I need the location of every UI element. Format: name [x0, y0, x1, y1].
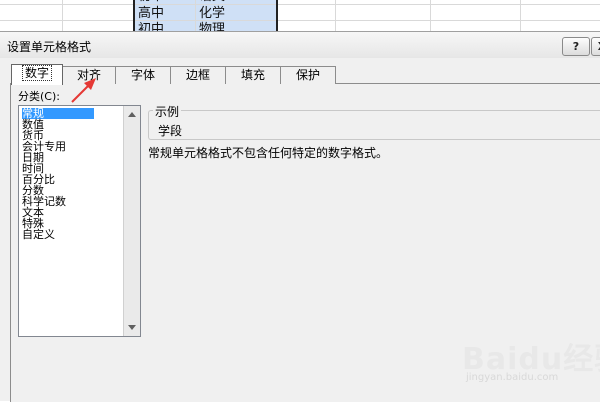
- tab-border[interactable]: 边框: [170, 66, 226, 84]
- selection-border: [133, 0, 135, 32]
- sample-group: [148, 110, 600, 140]
- tab-font[interactable]: 字体: [115, 66, 171, 84]
- close-button[interactable]: X: [591, 37, 600, 56]
- cell-b2[interactable]: 高中: [138, 6, 164, 22]
- cell-b1[interactable]: 初中: [138, 0, 164, 5]
- scroll-up-icon[interactable]: [128, 112, 136, 117]
- dialog-title: 设置单元格格式: [7, 40, 92, 54]
- sample-value: 学段: [158, 124, 183, 138]
- watermark-url: jingyan.baidu.com: [466, 372, 559, 383]
- help-button[interactable]: ?: [562, 37, 590, 56]
- tab-number-label: 数字: [21, 65, 52, 81]
- gridline: [0, 20, 600, 21]
- gridline: [62, 0, 63, 32]
- format-description: 常规单元格格式不包含任何特定的数字格式。: [148, 146, 389, 160]
- sample-legend: 示例: [153, 103, 182, 120]
- category-label: 分类(C):: [18, 90, 60, 103]
- category-custom[interactable]: 自定义: [22, 229, 55, 240]
- cell-c1[interactable]: 语文: [199, 0, 225, 5]
- tab-fill[interactable]: 填充: [225, 66, 281, 84]
- red-arrow-icon: [71, 78, 96, 103]
- baidu-watermark: Baidu经验 jingyan.baidu.com: [456, 334, 600, 390]
- cell-c2[interactable]: 化学: [199, 6, 225, 22]
- gridline: [335, 0, 336, 32]
- spreadsheet-background: 初中 语文 高中 化学 初中 物理: [0, 0, 600, 32]
- gridline: [195, 0, 196, 32]
- gridline: [0, 4, 600, 5]
- gridline: [520, 0, 521, 32]
- category-list[interactable]: 常规 数值 货币 会计专用 日期 时间 百分比 分数 科学记数 文本 特殊 自定…: [18, 105, 141, 337]
- selection-border: [276, 0, 278, 32]
- gridline: [430, 0, 431, 32]
- dialog-titlebar[interactable]: 设置单元格格式 ? X: [0, 32, 600, 58]
- tab-protection[interactable]: 保护: [280, 66, 336, 84]
- tab-number[interactable]: 数字: [11, 64, 63, 85]
- scroll-down-icon[interactable]: [128, 325, 136, 330]
- category-scrollbar[interactable]: [123, 106, 140, 336]
